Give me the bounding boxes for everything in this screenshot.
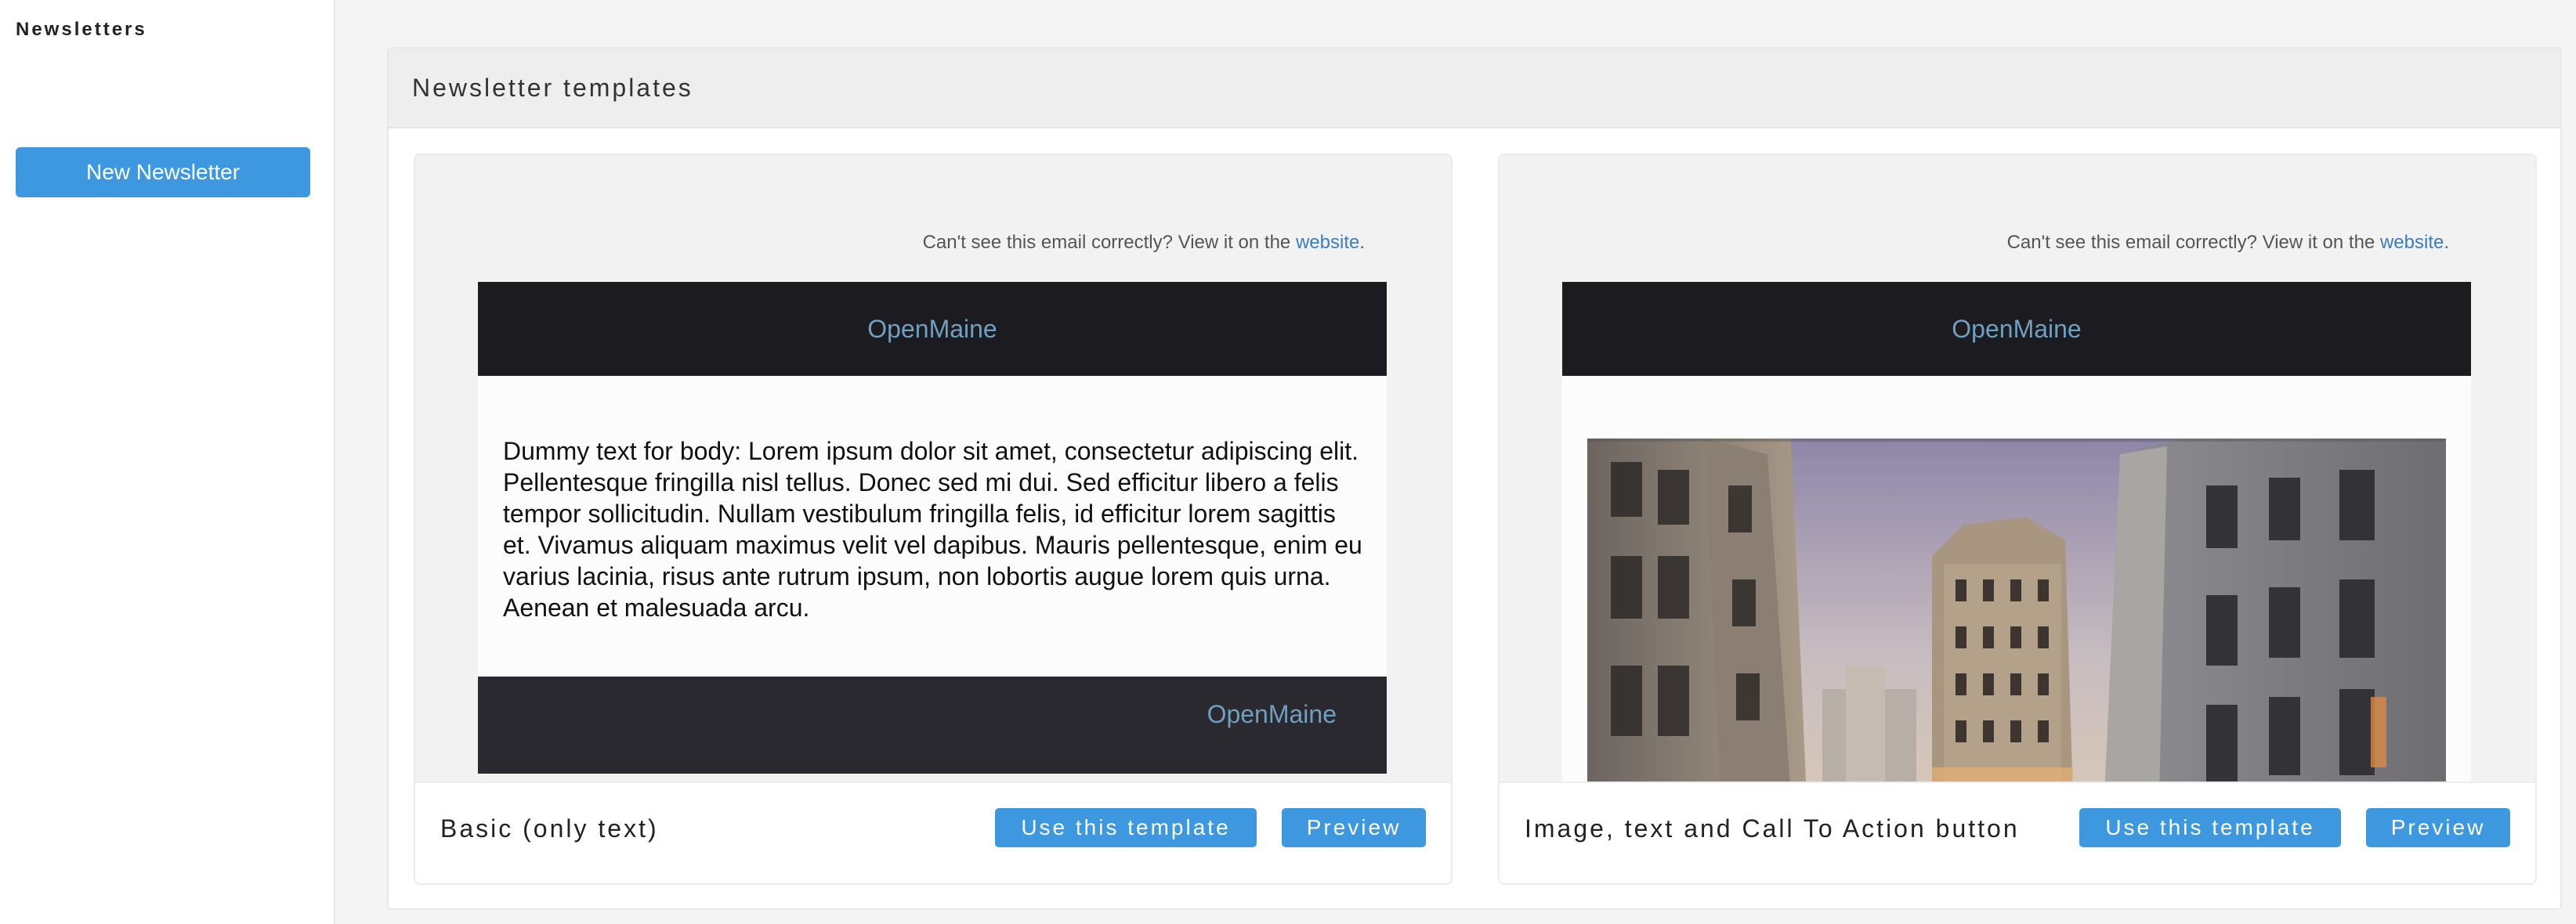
card-footer: Image, text and Call To Action button Us…	[1500, 781, 2535, 883]
sidebar: Newsletters New Newsletter	[0, 0, 335, 924]
new-newsletter-button[interactable]: New Newsletter	[16, 147, 310, 197]
email-body-text: Dummy text for body: Lorem ipsum dolor s…	[503, 437, 1362, 622]
template-card-basic: Can't see this email correctly? View it …	[414, 153, 1453, 885]
preview-button[interactable]: Preview	[2366, 808, 2510, 847]
street-photo	[1587, 439, 2446, 785]
template-card-image-cta: Can't see this email correctly? View it …	[1498, 153, 2537, 885]
card-footer: Basic (only text) Use this template Prev…	[415, 781, 1451, 883]
email-body	[1562, 376, 2471, 785]
preheader-text: Can't see this email correctly? View it …	[2006, 232, 2449, 253]
email-header-logo: OpenMaine	[1562, 282, 2471, 376]
panel-header: Newsletter templates	[389, 49, 2560, 128]
template-preview: Can't see this email correctly? View it …	[1500, 155, 2535, 785]
panel-title: Newsletter templates	[412, 74, 693, 102]
email-footer: OpenMaine	[478, 677, 1387, 774]
website-link[interactable]: website	[1296, 232, 1359, 253]
footer-logo: OpenMaine	[1207, 700, 1337, 728]
preheader-text: Can't see this email correctly? View it …	[922, 232, 1365, 253]
preview-button[interactable]: Preview	[1282, 808, 1426, 847]
template-name: Basic (only text)	[440, 814, 659, 843]
use-template-button[interactable]: Use this template	[995, 808, 1257, 847]
templates-panel: Newsletter templates Can't see this emai…	[387, 47, 2562, 910]
template-name: Image, text and Call To Action button	[1525, 814, 2020, 843]
email-body: Dummy text for body: Lorem ipsum dolor s…	[478, 376, 1387, 677]
website-link[interactable]: website	[2380, 232, 2444, 253]
email-header-logo: OpenMaine	[478, 282, 1387, 376]
template-preview: Can't see this email correctly? View it …	[415, 155, 1451, 785]
use-template-button[interactable]: Use this template	[2079, 808, 2341, 847]
sidebar-title: Newsletters	[16, 19, 147, 40]
